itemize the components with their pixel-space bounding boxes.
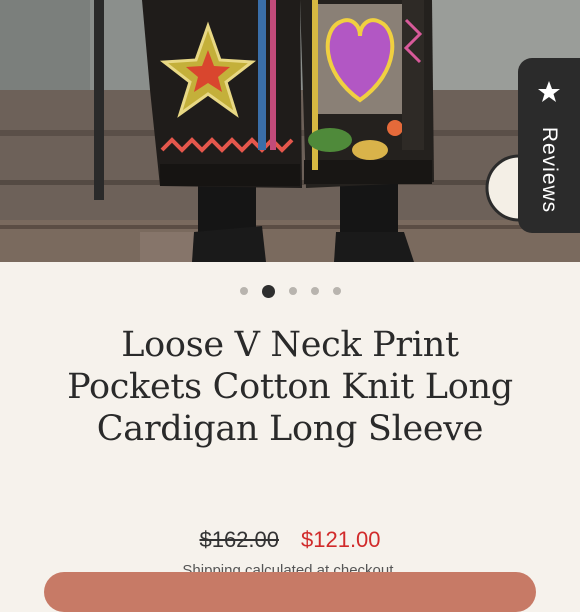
product-title: Loose V Neck Print Pockets Cotton Knit L… bbox=[67, 325, 513, 449]
product-image[interactable] bbox=[0, 0, 580, 262]
gallery-pagination bbox=[0, 284, 580, 298]
gallery-dot-1[interactable] bbox=[239, 287, 248, 295]
compare-at-price: $162.00 bbox=[199, 527, 279, 552]
sale-price: $121.00 bbox=[301, 527, 381, 552]
reviews-tab-label: Reviews bbox=[538, 126, 561, 214]
reviews-tab[interactable]: Reviews bbox=[518, 58, 580, 233]
gallery-dot-3[interactable] bbox=[288, 287, 297, 295]
price-row: $162.00 $121.00 bbox=[0, 527, 580, 553]
product-photo bbox=[0, 0, 580, 262]
gallery-dot-4[interactable] bbox=[310, 287, 319, 295]
gallery-dot-2-active[interactable] bbox=[261, 284, 275, 298]
add-to-cart-button[interactable] bbox=[44, 572, 536, 612]
star-icon bbox=[538, 81, 560, 102]
gallery-dot-5[interactable] bbox=[332, 287, 341, 295]
